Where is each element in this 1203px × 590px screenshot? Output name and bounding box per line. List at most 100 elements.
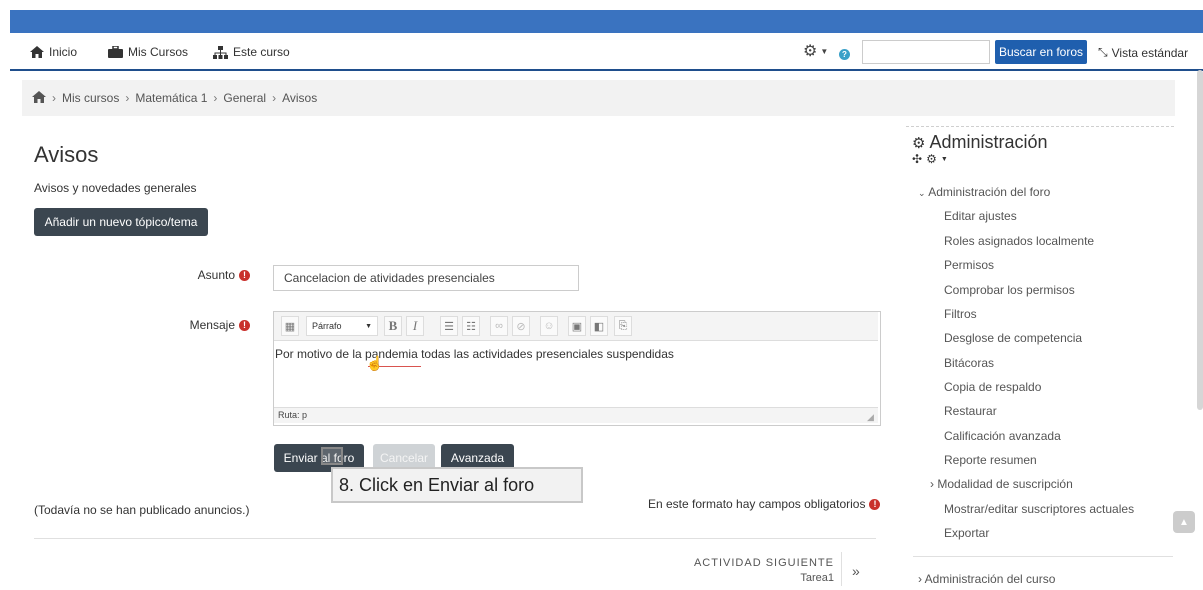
sidebar-item[interactable]: Bitácoras xyxy=(944,356,994,370)
manage-files-icon[interactable]: ⎘ xyxy=(614,316,632,336)
no-posts-message: (Todavía no se han publicado anuncios.) xyxy=(34,503,250,517)
block-controls: ✣ ⚙ ▼ xyxy=(912,152,948,166)
sidebar-top-border xyxy=(906,126,1174,127)
ordered-list-icon[interactable]: ☷ xyxy=(462,316,480,336)
breadcrumb-item[interactable]: Matemática 1 xyxy=(135,91,207,105)
help-icon[interactable]: ? xyxy=(839,49,850,60)
message-label: Mensaje xyxy=(189,318,235,332)
enrolment-label: Modalidad de suscripción xyxy=(937,477,1073,491)
standard-view-link[interactable]: ⤡ Vista estándar xyxy=(1098,45,1188,60)
sidebar-item[interactable]: Restaurar xyxy=(944,404,997,418)
add-topic-button[interactable]: Añadir un nuevo tópico/tema xyxy=(34,208,208,236)
sidebar-item[interactable]: Copia de respaldo xyxy=(944,380,1041,394)
breadcrumb-separator-icon: › xyxy=(272,91,277,105)
editor-path: Ruta: p xyxy=(274,407,878,423)
paragraph-format-select[interactable]: Párrafo ▼ xyxy=(306,316,378,336)
required-note-row: En este formato hay campos obligatorios! xyxy=(648,497,881,511)
subject-label: Asunto xyxy=(197,268,235,282)
gear-icon[interactable]: ⚙ xyxy=(926,152,937,166)
nav-this-course[interactable]: Este curso xyxy=(213,45,290,59)
breadcrumb-item[interactable]: Avisos xyxy=(282,91,317,105)
required-icon: ! xyxy=(239,270,250,282)
subject-input[interactable]: Cancelacion de atividades presenciales xyxy=(273,265,579,291)
top-header-band xyxy=(10,10,1203,33)
sitemap-icon xyxy=(213,45,228,59)
sidebar-item[interactable]: Filtros xyxy=(944,307,977,321)
sidebar-item[interactable]: Desglose de competencia xyxy=(944,331,1082,345)
enrolment-node[interactable]: › Modalidad de suscripción xyxy=(930,477,1073,491)
cogs-icon: ⚙ xyxy=(912,135,926,152)
image-icon[interactable]: ▣ xyxy=(568,316,586,336)
required-note: En este formato hay campos obligatorios xyxy=(648,497,866,511)
search-forums-button[interactable]: Buscar en foros xyxy=(995,40,1087,64)
content-divider xyxy=(34,538,876,539)
toolbar-toggle-icon[interactable]: ▦ xyxy=(281,316,299,336)
bold-icon[interactable]: B xyxy=(384,316,402,336)
caret-down-icon[interactable]: ▼ xyxy=(941,156,948,163)
forum-admin-label: Administración del foro xyxy=(928,185,1051,199)
italic-icon[interactable]: I xyxy=(406,316,424,336)
paragraph-format-label: Párrafo xyxy=(312,321,342,331)
sidebar-item[interactable]: Comprobar los permisos xyxy=(944,283,1075,297)
next-activity-link[interactable]: ACTIVIDAD SIGUIENTE Tarea1 xyxy=(690,557,834,584)
subject-label-row: Asunto! xyxy=(150,268,250,282)
link-icon[interactable]: ∞ xyxy=(490,316,508,336)
sidebar-item[interactable]: Permisos xyxy=(944,258,994,272)
nav-my-courses-label: Mis Cursos xyxy=(128,45,189,59)
required-icon: ! xyxy=(239,320,250,332)
scroll-to-top-button[interactable]: ▲ xyxy=(1173,511,1195,533)
admin-block-title-row: ⚙ Administración xyxy=(912,132,1048,153)
breadcrumb: › Mis cursos › Matemática 1 › General › … xyxy=(22,80,1175,116)
standard-view-label: Vista estándar xyxy=(1111,45,1189,60)
settings-menu[interactable]: ⚙ ▼ xyxy=(803,41,828,61)
course-admin-node[interactable]: › Administración del curso xyxy=(918,572,1055,586)
unlink-icon[interactable]: ⊘ xyxy=(512,316,530,336)
breadcrumb-item[interactable]: General xyxy=(223,91,266,105)
next-activity-name: Tarea1 xyxy=(800,572,834,584)
sidebar-item[interactable]: Calificación avanzada xyxy=(944,429,1061,443)
gear-icon: ⚙ xyxy=(803,43,818,60)
emoticon-icon[interactable]: ☺ xyxy=(540,316,558,336)
breadcrumb-separator-icon: › xyxy=(52,91,56,105)
chevron-right-icon: › xyxy=(918,572,922,586)
chevron-right-icon: › xyxy=(930,477,934,491)
caret-down-icon: ▼ xyxy=(365,322,372,330)
nav-my-courses[interactable]: Mis Cursos xyxy=(108,45,188,59)
message-text[interactable]: Por motivo de la pandemia todas las acti… xyxy=(275,347,674,361)
sidebar-divider xyxy=(913,556,1173,557)
move-icon[interactable]: ✣ xyxy=(912,152,922,166)
chevron-down-icon: ⌄ xyxy=(918,188,926,198)
breadcrumb-item[interactable]: Mis cursos xyxy=(62,91,119,105)
sidebar-item[interactable]: Exportar xyxy=(944,526,989,540)
nav-home-label: Inicio xyxy=(49,45,78,59)
message-label-row: Mensaje! xyxy=(150,318,250,332)
chevron-up-icon: ▲ xyxy=(1179,516,1189,528)
next-activity-divider xyxy=(841,552,842,586)
sidebar-item[interactable]: Roles asignados localmente xyxy=(944,234,1094,248)
resize-handle-icon[interactable]: ◢ xyxy=(867,412,874,423)
nav-this-course-label: Este curso xyxy=(233,45,290,59)
breadcrumb-home-icon[interactable] xyxy=(32,90,46,106)
sidebar-item[interactable]: Reporte resumen xyxy=(944,453,1037,467)
forum-admin-node[interactable]: ⌄ Administración del foro xyxy=(918,185,1050,199)
tutorial-step-tooltip: 8. Click en Enviar al foro xyxy=(331,467,583,503)
breadcrumb-separator-icon: › xyxy=(213,91,218,105)
scrollbar[interactable] xyxy=(1197,70,1203,410)
media-icon[interactable]: ◧ xyxy=(590,316,608,336)
next-activity-label: ACTIVIDAD SIGUIENTE xyxy=(693,557,834,569)
required-icon: ! xyxy=(869,499,881,511)
search-input[interactable] xyxy=(862,40,990,64)
sidebar-item[interactable]: Editar ajustes xyxy=(944,209,1017,223)
course-admin-label: Administración del curso xyxy=(924,572,1056,586)
nav-home[interactable]: Inicio xyxy=(30,45,77,59)
unordered-list-icon[interactable]: ☰ xyxy=(440,316,458,336)
caret-down-icon: ▼ xyxy=(820,46,829,56)
page-subtitle: Avisos y novedades generales xyxy=(34,181,197,195)
sidebar-item[interactable]: Mostrar/editar suscriptores actuales xyxy=(944,502,1134,516)
breadcrumb-separator-icon: › xyxy=(125,91,130,105)
double-chevron-right-icon[interactable]: » xyxy=(852,563,860,579)
hand-cursor-icon: ☝ xyxy=(366,355,384,371)
briefcase-icon xyxy=(108,46,123,58)
click-highlight-box xyxy=(321,447,343,465)
home-icon xyxy=(30,46,44,58)
